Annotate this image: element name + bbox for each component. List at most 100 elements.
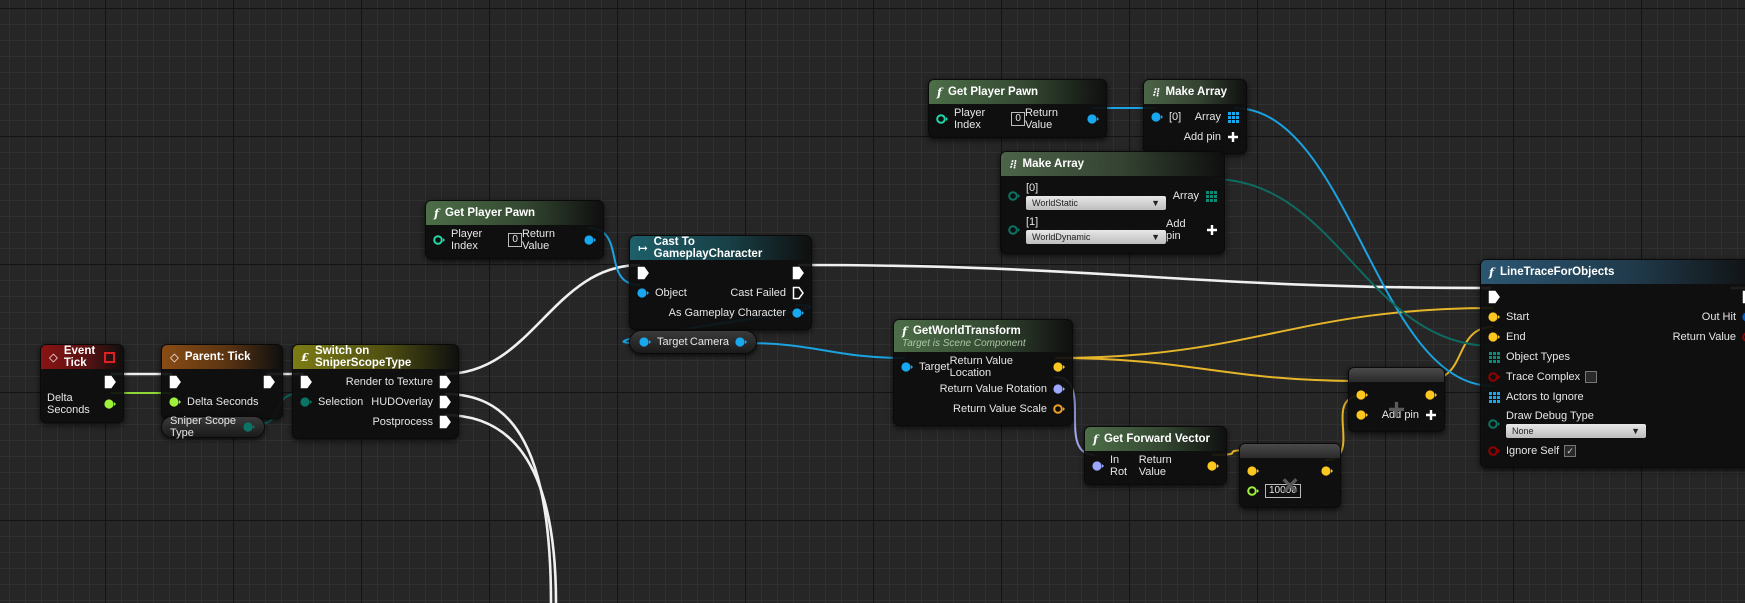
node-title: Switch on SniperScopeType [315,345,412,369]
node-header[interactable] [1240,444,1340,458]
operator-node[interactable]: × 10000 [1239,443,1341,508]
parent-tick-node[interactable]: ◇ Parent: Tick Delta Seconds [161,344,283,419]
delegate-pin[interactable] [104,351,115,363]
wire-exec[interactable] [444,263,641,376]
wire-object[interactable] [744,342,906,359]
node-header[interactable]: f LineTraceForObjects [1481,260,1745,284]
dropdown-select[interactable]: WorldStatic ▼ [1026,196,1166,210]
node-header[interactable]: f Get Forward Vector [1085,427,1226,451]
wire-vector[interactable] [1054,357,1362,382]
variable-getter-node[interactable]: Sniper Scope Type [161,415,265,439]
node-header[interactable]: ↦ Cast To GameplayCharacter [630,236,811,260]
linetraceforobjects-node[interactable]: f LineTraceForObjects Start Out Hit End Retur… [1480,259,1745,468]
array-obj-pin[interactable] [1226,110,1240,124]
float-pin[interactable] [168,395,182,409]
vector-pin[interactable] [1320,464,1334,478]
array-enum-pin[interactable] [1204,189,1218,203]
exec-pin[interactable] [299,375,313,389]
event-tick-node[interactable]: ◇ Event Tick Delta Seconds [40,344,124,423]
vector-pin[interactable] [1246,464,1260,478]
vector-pin[interactable] [1355,408,1369,422]
struct-pin[interactable] [1741,310,1745,324]
checkbox[interactable]: ✓ [1564,445,1577,457]
value-input[interactable]: 0 [1011,112,1025,126]
vector-pin[interactable] [1206,459,1220,473]
make-array-node[interactable]: ⁝⁞ Make Array [0] WorldStatic ▼ Array [1] World… [1000,151,1225,254]
vector-pin[interactable] [1487,310,1501,324]
bool-pin[interactable] [1487,444,1501,458]
make-array-node[interactable]: ⁝⁞ Make Array [0] Array Add pin [1143,79,1247,154]
object-pin[interactable] [583,233,597,247]
exec-pin[interactable] [438,415,452,429]
object-pin[interactable] [791,306,805,320]
wire-exec[interactable] [444,392,553,603]
wire-enum[interactable] [1211,178,1494,347]
node-header[interactable]: £ Switch on SniperScopeType [293,345,458,369]
cast-to-gameplaycharacter-node[interactable]: ↦ Cast To GameplayCharacter Object Cast Fai… [629,235,812,330]
add-pin-pin-icon[interactable] [1226,130,1240,144]
getworldtransform-node[interactable]: f GetWorldTransform Target is Scene Compon… [893,319,1073,426]
vector-pin[interactable] [1052,360,1066,374]
rotator-pin[interactable] [1052,382,1066,396]
node-header[interactable]: f Get Player Pawn [426,201,603,225]
operator-node[interactable]: + Add pin [1348,367,1445,432]
float-pin[interactable] [103,397,117,411]
wire-object[interactable] [1233,107,1494,387]
exec-pin[interactable] [438,395,452,409]
node-header[interactable] [1349,368,1444,382]
add-icon: + [1387,392,1406,426]
get-player-pawn-node[interactable]: f Get Player Pawn Player Index 0 Return Valu… [425,200,604,259]
vector-pin[interactable] [1487,330,1501,344]
vector-pin[interactable] [1355,388,1369,402]
array-enum-pin[interactable] [1487,350,1501,364]
enum-pin[interactable] [1007,223,1021,237]
object-pin[interactable] [1150,110,1164,124]
get-forward-vector-node[interactable]: f Get Forward Vector In Rot Return Value [1084,426,1227,485]
object-pin[interactable] [638,335,652,349]
node-header[interactable]: ⁝⁞ Make Array [1001,152,1224,176]
checkbox[interactable] [1585,371,1598,383]
enum-pin[interactable] [299,395,313,409]
exec-pin[interactable] [636,266,650,280]
object-pin[interactable] [900,360,914,374]
array-obj-pin[interactable] [1487,390,1501,404]
int-pin[interactable] [432,233,446,247]
node-header[interactable]: ◇ Parent: Tick [162,345,282,369]
node-header[interactable]: ⁝⁞ Make Array [1144,80,1246,104]
rotator-pin[interactable] [1091,459,1105,473]
exec-pin[interactable] [791,266,805,280]
bool-pin[interactable] [1487,370,1501,384]
exec-pin[interactable] [438,375,452,389]
wire-exec[interactable] [797,263,1492,290]
transform-pin[interactable] [1052,402,1066,416]
int-pin[interactable] [935,112,949,126]
exec-pin[interactable] [791,286,805,300]
switch-on-sniperscopetype-node[interactable]: £ Switch on SniperScopeType Render to Text… [292,344,459,439]
dropdown-select[interactable]: None ▼ [1506,424,1646,438]
node-header[interactable]: ◇ Event Tick [41,345,123,369]
bool-pin[interactable] [1741,330,1745,344]
object-pin[interactable] [734,335,748,349]
enum-pin[interactable] [242,420,256,434]
dropdown-select[interactable]: WorldDynamic ▼ [1026,230,1166,244]
vector-pin[interactable] [1424,388,1438,402]
exec-pin[interactable] [168,375,182,389]
float-pin[interactable] [1246,484,1260,498]
enum-pin[interactable] [1487,417,1501,431]
node-header[interactable]: f GetWorldTransform Target is Scene Compon… [894,320,1072,352]
exec-pin[interactable] [262,375,276,389]
get-player-pawn-node[interactable]: f Get Player Pawn Player Index 0 Return Valu… [928,79,1107,138]
pin-row [1481,287,1745,307]
object-pin[interactable] [1086,112,1100,126]
value-input[interactable]: 0 [508,233,522,247]
exec-pin[interactable] [1741,290,1745,304]
node-header[interactable]: f Get Player Pawn [929,80,1106,104]
add-pin-pin-icon[interactable] [1424,408,1438,422]
variable-getter-node[interactable]: Target Camera [629,330,757,354]
enum-pin[interactable] [1007,189,1021,203]
add-pin-pin-icon[interactable] [1205,223,1218,237]
exec-pin[interactable] [103,375,117,389]
wire-exec[interactable] [444,413,558,603]
object-pin[interactable] [636,286,650,300]
exec-pin[interactable] [1487,290,1501,304]
